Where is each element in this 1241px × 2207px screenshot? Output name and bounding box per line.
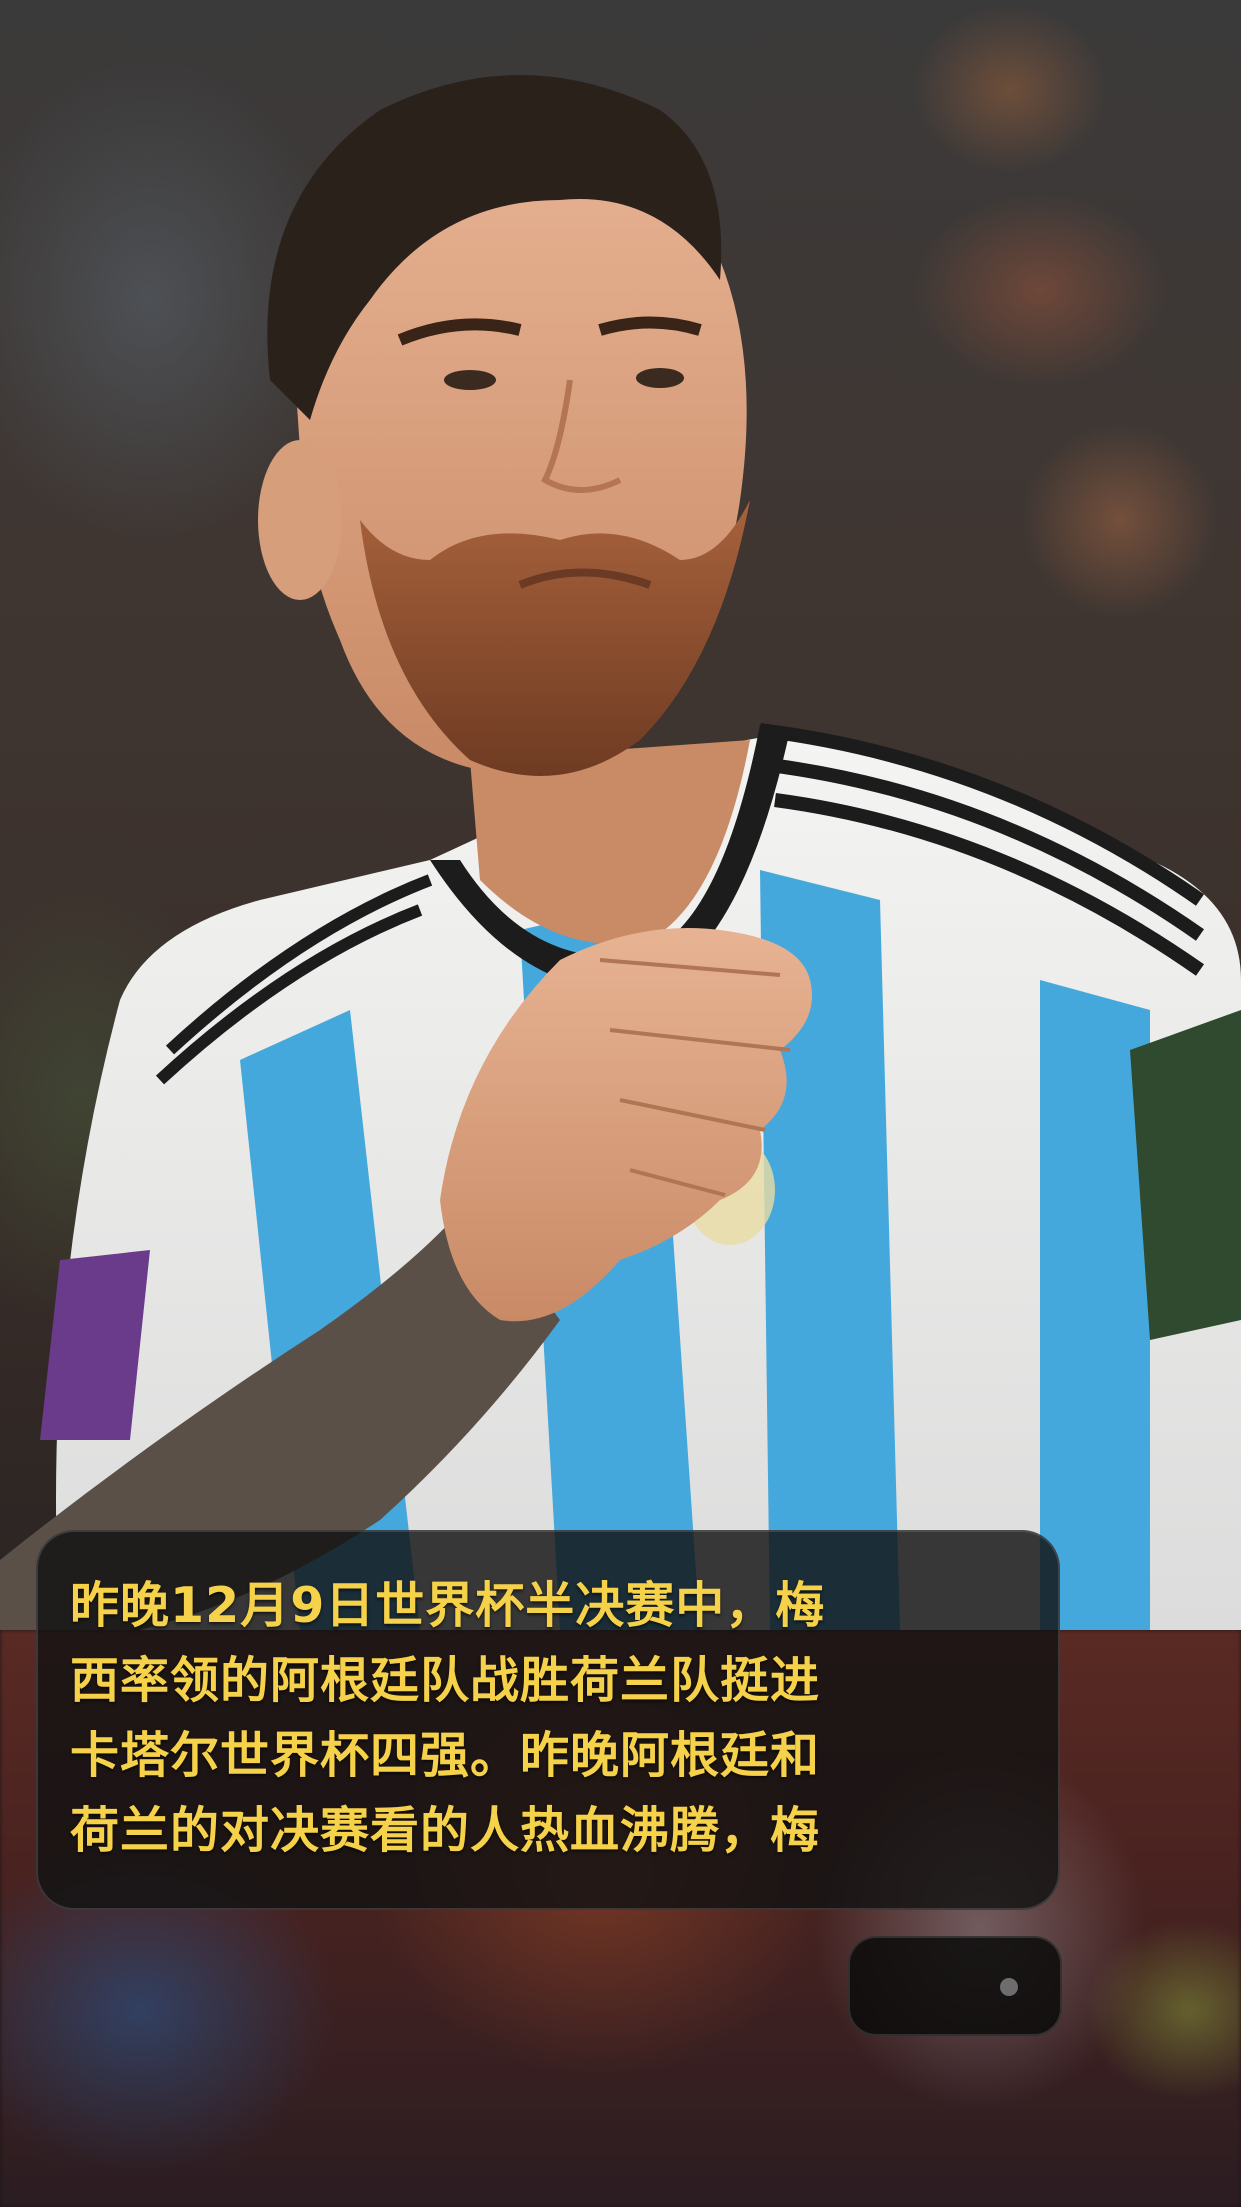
caption-line: 西率领的阿根廷队战胜荷兰队挺进	[70, 1652, 821, 1709]
caption-text: 昨晚12月9日世界杯半决赛中，梅 西率领的阿根廷队战胜荷兰队挺进 卡塔尔世界杯四…	[70, 1568, 1030, 1868]
floating-pill-button[interactable]	[848, 1936, 1062, 2036]
eye	[444, 370, 496, 390]
caption-line: 荷兰的对决赛看的人热血沸腾，梅	[70, 1802, 821, 1859]
photo-frame: 昨晚12月9日世界杯半决赛中，梅 西率领的阿根廷队战胜荷兰队挺进 卡塔尔世界杯四…	[0, 0, 1241, 2207]
dot-icon	[1000, 1978, 1018, 1996]
armband	[1130, 1010, 1241, 1340]
caption-line: 昨晚12月9日世界杯半决赛中，梅	[70, 1577, 826, 1634]
caption-line: 卡塔尔世界杯四强。昨晚阿根廷和	[70, 1727, 821, 1784]
ear	[258, 440, 342, 600]
eye	[636, 368, 684, 388]
